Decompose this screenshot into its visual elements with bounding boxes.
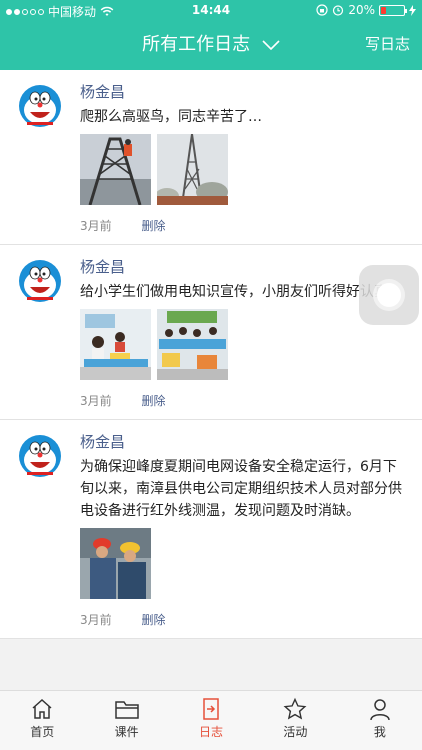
tab-label: 首页 xyxy=(30,725,55,739)
home-icon xyxy=(32,698,52,719)
tab-label: 我 xyxy=(373,725,386,739)
post-photo[interactable] xyxy=(80,134,151,205)
write-log-button[interactable]: 写日志 xyxy=(365,33,410,54)
tab-home[interactable]: 首页 xyxy=(0,691,84,750)
log-filter-dropdown[interactable]: 所有工作日志 xyxy=(0,30,422,56)
folder-icon xyxy=(114,701,139,719)
alarm-icon xyxy=(333,5,344,16)
avatar[interactable] xyxy=(17,432,63,478)
tab-label: 日志 xyxy=(199,725,224,739)
star-icon xyxy=(283,697,307,720)
delete-button[interactable]: 删除 xyxy=(141,613,165,627)
tab-activity[interactable]: 活动 xyxy=(253,691,337,750)
post-photo[interactable] xyxy=(80,528,151,599)
post-time: 3月前 xyxy=(80,394,112,408)
avatar[interactable] xyxy=(17,257,63,303)
post-time: 3月前 xyxy=(80,219,112,233)
tab-courseware[interactable]: 课件 xyxy=(84,691,168,750)
rotation-lock-icon xyxy=(316,4,328,16)
post-text: 爬那么高驱鸟，同志辛苦了… xyxy=(80,109,262,125)
assistive-touch-button[interactable] xyxy=(359,265,419,325)
post-author[interactable]: 杨金昌 xyxy=(80,82,408,102)
log-post: 杨金昌 为确保迎峰度夏期间电网设备安全稳定运行，6月下旬以来，南漳县供电公司定期… xyxy=(0,420,422,639)
post-author[interactable]: 杨金昌 xyxy=(80,432,408,452)
log-post: 杨金昌 给小学生们做用电知识宣传，小朋友们听得好认真。 3月前 删除 xyxy=(0,245,422,420)
battery-icon xyxy=(379,4,407,16)
post-time: 3月前 xyxy=(80,613,112,627)
tab-label: 活动 xyxy=(283,725,308,739)
avatar[interactable] xyxy=(17,82,63,128)
battery-percent: 20% xyxy=(348,3,375,17)
log-post: 杨金昌 爬那么高驱鸟，同志辛苦了… 3月前 删除 xyxy=(0,70,422,245)
post-photo[interactable] xyxy=(157,134,228,205)
page-title: 所有工作日志 xyxy=(142,34,251,55)
status-bar: 中国移动 14:44 20% xyxy=(0,0,422,22)
tab-me[interactable]: 我 xyxy=(338,691,422,750)
header: 中国移动 14:44 20% 所有工作日志 写日志 xyxy=(0,0,422,70)
chevron-down-icon xyxy=(262,40,280,50)
person-icon xyxy=(370,699,390,721)
delete-button[interactable]: 删除 xyxy=(141,394,165,408)
charging-icon xyxy=(409,4,416,16)
tab-bar: 首页 课件 日志 活动 我 xyxy=(0,690,422,750)
tab-label: 课件 xyxy=(114,725,139,739)
log-icon xyxy=(203,698,219,720)
post-text: 为确保迎峰度夏期间电网设备安全稳定运行，6月下旬以来，南漳县供电公司定期组织技术… xyxy=(80,459,402,519)
post-photo[interactable] xyxy=(80,309,151,380)
tab-log[interactable]: 日志 xyxy=(169,691,253,750)
log-feed[interactable]: 杨金昌 爬那么高驱鸟，同志辛苦了… 3月前 删除 杨金昌 给小学生们做用电知识宣… xyxy=(0,70,422,690)
post-photo[interactable] xyxy=(157,309,228,380)
delete-button[interactable]: 删除 xyxy=(141,219,165,233)
